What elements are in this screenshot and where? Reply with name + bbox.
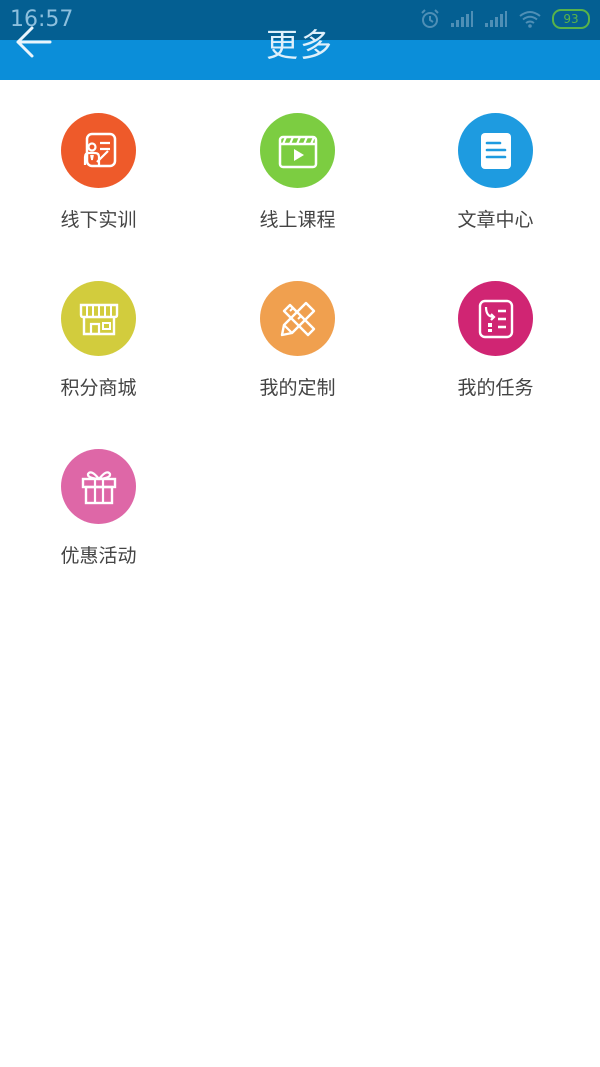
menu-item-online-course[interactable]: 线上课程 (199, 80, 399, 248)
arrow-left-icon[interactable] (14, 22, 54, 62)
task-list-icon (478, 299, 513, 338)
article-icon (480, 132, 511, 169)
wifi-icon (519, 11, 541, 28)
battery-level: 93 (563, 12, 579, 26)
video-course-icon (278, 135, 317, 168)
menu-item-my-tasks[interactable]: 我的任务 (397, 248, 597, 416)
offline-training-icon (83, 132, 116, 167)
menu-item-label: 积分商城 (60, 377, 137, 399)
menu-item-my-custom[interactable]: 我的定制 (199, 248, 399, 416)
signal-icon (451, 11, 473, 27)
menu-item-label: 线上课程 (259, 209, 336, 231)
menu-icon-bg (61, 113, 136, 188)
menu-icon-bg (61, 281, 136, 356)
status-icons: 93 (420, 9, 590, 29)
signal-icon-2 (485, 11, 507, 27)
menu-item-label: 优惠活动 (60, 545, 137, 567)
status-bar: 16:57 93 (0, 0, 600, 40)
ruler-pencil-icon (280, 301, 315, 336)
menu-icon-bg (260, 113, 335, 188)
battery-icon: 93 (552, 9, 590, 29)
menu-item-label: 线下实训 (60, 209, 137, 231)
menu-item-label: 我的定制 (259, 377, 336, 399)
menu-item-points-mall[interactable]: 积分商城 (0, 248, 200, 416)
menu-item-offline-training[interactable]: 线下实训 (0, 80, 200, 248)
menu-item-promotions[interactable]: 优惠活动 (0, 416, 200, 584)
menu-item-label: 我的任务 (457, 377, 534, 399)
menu-icon-bg (458, 281, 533, 356)
menu-item-label: 文章中心 (457, 209, 534, 231)
menu-icon-bg (260, 281, 335, 356)
menu-item-article-center[interactable]: 文章中心 (397, 80, 597, 248)
alarm-icon (421, 9, 439, 28)
app-bar (0, 40, 600, 80)
menu-icon-bg (61, 449, 136, 524)
store-icon (79, 303, 118, 335)
menu-icon-bg (458, 113, 533, 188)
gift-icon (81, 470, 116, 504)
